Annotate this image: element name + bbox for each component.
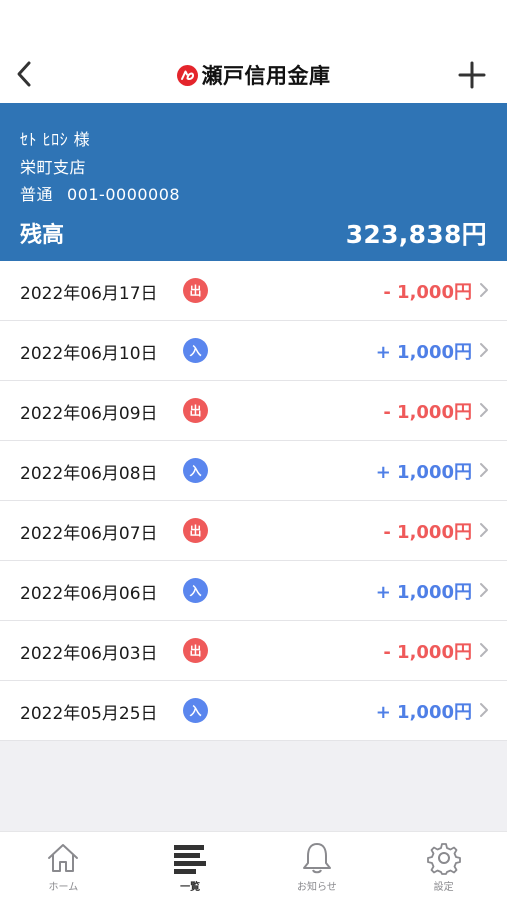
transaction-row[interactable]: 2022年05月25日 入 + 1,000円 [0, 681, 507, 741]
chevron-right-icon [480, 283, 488, 297]
transaction-list: 2022年06月17日出 - 1,000円 2022年06月10日入 + 1,000円… [0, 261, 507, 741]
transaction-amount: - 1,000円 [383, 642, 472, 663]
chevron-right-icon [480, 643, 488, 657]
account-number: 001-0000008 [67, 185, 181, 204]
tab-notifications[interactable]: お知らせ [254, 832, 381, 901]
chevron-right-icon [480, 523, 488, 537]
tab-home-label: ホーム [48, 882, 79, 893]
chevron-right-icon [480, 403, 488, 417]
list-icon [174, 845, 207, 874]
transaction-date: 2022年06月07日 [20, 524, 158, 544]
brand: 瀬戸信用金庫 [0, 60, 507, 90]
navigation-bar: 瀬戸信用金庫 [0, 0, 507, 103]
deposit-badge: 入 [183, 338, 208, 363]
transaction-amount: - 1,000円 [383, 522, 472, 543]
transaction-date: 2022年06月17日 [20, 284, 158, 304]
chevron-right-icon [480, 583, 488, 597]
deposit-badge: 入 [183, 698, 208, 723]
transaction-amount: + 1,000円 [375, 342, 472, 363]
withdrawal-badge: 出 [183, 638, 208, 663]
deposit-badge: 入 [183, 578, 208, 603]
shinkin-logo-icon [176, 64, 198, 86]
balance-label: 残高 [20, 223, 65, 248]
transaction-date: 2022年06月10日 [20, 344, 158, 364]
plus-icon [458, 61, 486, 89]
transaction-amount: + 1,000円 [375, 582, 472, 603]
tab-settings-label: 設定 [433, 882, 454, 893]
withdrawal-badge: 出 [183, 278, 208, 303]
tab-settings[interactable]: 設定 [380, 832, 507, 901]
transaction-row[interactable]: 2022年06月08日 入 + 1,000円 [0, 441, 507, 501]
home-icon [48, 844, 79, 872]
withdrawal-badge: 出 [183, 398, 208, 423]
transaction-date: 2022年06月03日 [20, 644, 158, 664]
transaction-amount: + 1,000円 [375, 702, 472, 723]
account-holder-name: ｾﾄ ﾋﾛｼ 様 [20, 130, 91, 149]
tab-list-label: 一覧 [180, 882, 201, 893]
transaction-date: 2022年05月25日 [20, 704, 158, 724]
gear-icon [426, 843, 461, 875]
transaction-row[interactable]: 2022年06月17日 出 - 1,000円 [0, 261, 507, 321]
account-number-line: 普通 001-0000008 [20, 181, 180, 205]
transaction-date: 2022年06月09日 [20, 404, 158, 424]
account-summary: ｾﾄ ﾋﾛｼ 様 栄町支店 普通 001-0000008 残高 323,838円 [0, 103, 507, 261]
withdrawal-badge: 出 [183, 518, 208, 543]
transaction-row[interactable]: 2022年06月09日 出 - 1,000円 [0, 381, 507, 441]
chevron-right-icon [480, 343, 488, 357]
tab-home[interactable]: ホーム [0, 832, 127, 901]
balance-amount: 323,838円 [345, 220, 487, 249]
tab-list[interactable]: 一覧 [127, 832, 254, 901]
transaction-amount: - 1,000円 [383, 402, 472, 423]
transaction-date: 2022年06月06日 [20, 584, 158, 604]
chevron-right-icon [480, 463, 488, 477]
chevron-right-icon [480, 703, 488, 717]
transaction-row[interactable]: 2022年06月07日 出 - 1,000円 [0, 501, 507, 561]
transaction-amount: - 1,000円 [383, 282, 472, 303]
transaction-amount: + 1,000円 [375, 462, 472, 483]
add-button[interactable] [455, 58, 489, 92]
account-type: 普通 [20, 185, 54, 204]
tab-notifications-label: お知らせ [296, 882, 337, 893]
account-branch: 栄町支店 [20, 158, 87, 177]
tab-bar: ホーム 一覧 お知らせ 設定 [0, 831, 507, 901]
brand-name: 瀬戸信用金庫 [201, 64, 331, 88]
transaction-row[interactable]: 2022年06月10日 入 + 1,000円 [0, 321, 507, 381]
deposit-badge: 入 [183, 458, 208, 483]
transaction-row[interactable]: 2022年06月03日 出 - 1,000円 [0, 621, 507, 681]
transaction-row[interactable]: 2022年06月06日 入 + 1,000円 [0, 561, 507, 621]
bell-icon [302, 843, 331, 874]
transaction-date: 2022年06月08日 [20, 464, 158, 484]
